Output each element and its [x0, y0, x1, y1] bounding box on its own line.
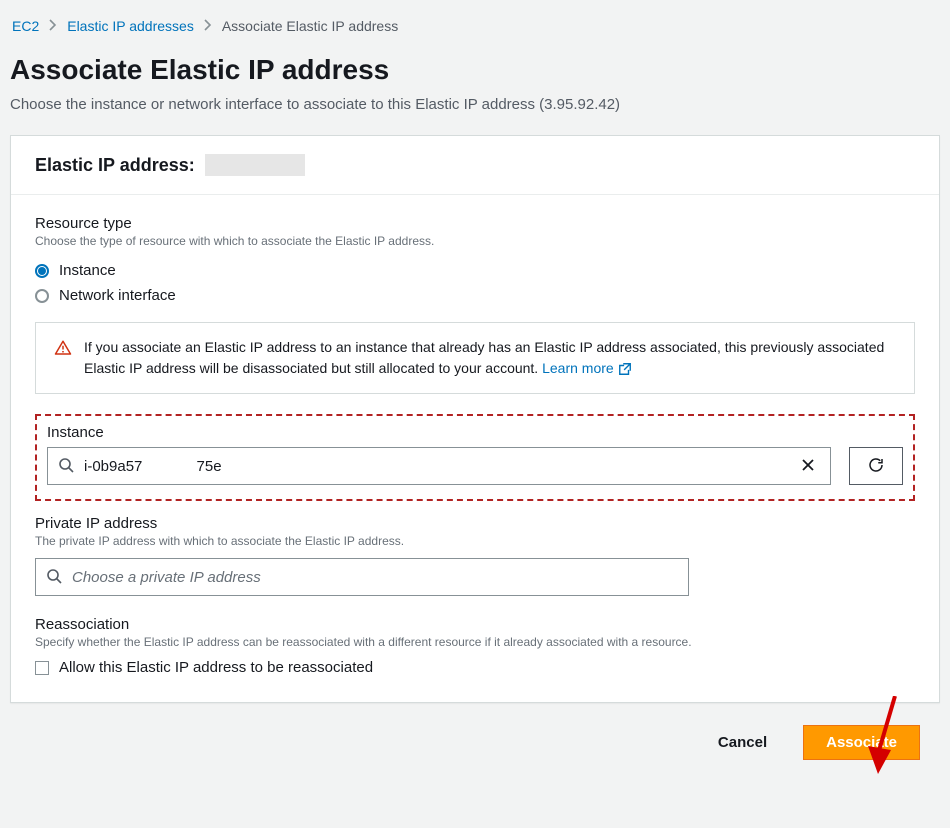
- instance-highlight-frame: Instance: [35, 414, 915, 501]
- search-icon: [58, 457, 74, 476]
- eip-label: Elastic IP address:: [35, 155, 195, 176]
- breadcrumb-link-ec2[interactable]: EC2: [12, 18, 39, 34]
- reassociation-label: Reassociation: [35, 616, 915, 633]
- panel-header: Elastic IP address:: [11, 136, 939, 195]
- search-icon: [46, 568, 62, 587]
- radio-instance[interactable]: Instance: [35, 258, 915, 283]
- chevron-right-icon: [49, 18, 57, 34]
- radio-icon: [35, 289, 49, 303]
- associate-button[interactable]: Associate: [803, 725, 920, 760]
- radio-icon: [35, 264, 49, 278]
- private-ip-input[interactable]: [70, 568, 678, 587]
- reassociation-help: Specify whether the Elastic IP address c…: [35, 635, 915, 649]
- instance-input[interactable]: [82, 457, 788, 476]
- cancel-button[interactable]: Cancel: [712, 733, 773, 752]
- private-ip-help: The private IP address with which to ass…: [35, 534, 915, 548]
- clear-instance-button[interactable]: [796, 453, 820, 480]
- learn-more-link[interactable]: Learn more: [542, 360, 632, 376]
- resource-type-help: Choose the type of resource with which t…: [35, 234, 915, 248]
- associate-panel: Elastic IP address: Resource type Choose…: [10, 135, 940, 703]
- refresh-icon: [867, 456, 885, 477]
- reassociation-checkbox-row[interactable]: Allow this Elastic IP address to be reas…: [35, 659, 915, 676]
- breadcrumb-link-eip[interactable]: Elastic IP addresses: [67, 18, 194, 34]
- page-title: Associate Elastic IP address: [10, 54, 940, 86]
- close-icon: [800, 457, 816, 476]
- breadcrumb: EC2 Elastic IP addresses Associate Elast…: [10, 18, 940, 34]
- private-ip-select[interactable]: [35, 558, 689, 596]
- chevron-right-icon: [204, 18, 212, 34]
- footer-actions: Cancel Associate: [10, 703, 940, 760]
- radio-network-interface-label: Network interface: [59, 287, 176, 304]
- breadcrumb-current: Associate Elastic IP address: [222, 18, 398, 34]
- alert-message: If you associate an Elastic IP address t…: [84, 339, 884, 376]
- refresh-instances-button[interactable]: [849, 447, 903, 485]
- alert-text: If you associate an Elastic IP address t…: [84, 337, 896, 379]
- resource-type-block: Resource type Choose the type of resourc…: [35, 215, 915, 394]
- checkbox-icon: [35, 661, 49, 675]
- external-link-icon: [618, 362, 632, 376]
- instance-select[interactable]: [47, 447, 831, 485]
- reassociation-block: Reassociation Specify whether the Elasti…: [35, 616, 915, 676]
- eip-value-redacted: [205, 154, 305, 176]
- warning-alert: If you associate an Elastic IP address t…: [35, 322, 915, 394]
- instance-label: Instance: [47, 424, 903, 441]
- page-description: Choose the instance or network interface…: [10, 96, 940, 113]
- private-ip-block: Private IP address The private IP addres…: [35, 515, 915, 596]
- radio-instance-label: Instance: [59, 262, 116, 279]
- private-ip-label: Private IP address: [35, 515, 915, 532]
- resource-type-label: Resource type: [35, 215, 915, 232]
- reassociation-checkbox-label: Allow this Elastic IP address to be reas…: [59, 659, 373, 676]
- radio-network-interface[interactable]: Network interface: [35, 283, 915, 308]
- warning-icon: [54, 339, 72, 363]
